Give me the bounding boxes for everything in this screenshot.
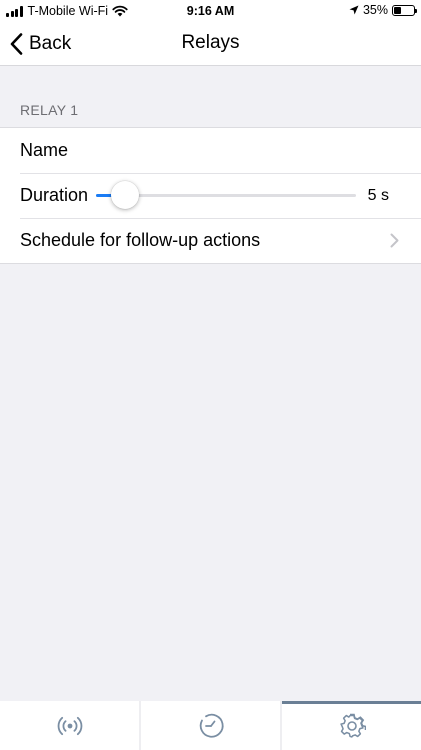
schedule-label: Schedule for follow-up actions — [20, 230, 261, 250]
tab-bar — [0, 701, 421, 750]
battery-icon — [392, 4, 417, 16]
schedule-row[interactable]: Schedule for follow-up actions — [0, 218, 421, 263]
tab-history[interactable] — [139, 701, 280, 750]
gear-icon — [339, 713, 366, 738]
battery-percent: 35% — [362, 3, 388, 17]
duration-row: Duration 5 s — [0, 173, 421, 218]
duration-value: 5 s — [367, 186, 389, 204]
status-bar: T-Mobile Wi-Fi 9:16 AM 35% — [0, 0, 421, 22]
duration-slider[interactable] — [96, 181, 356, 209]
chevron-right-icon — [390, 233, 399, 248]
duration-slider-thumb[interactable] — [110, 181, 139, 209]
name-label: Name — [20, 140, 69, 160]
navigation-bar: Back Relays — [0, 22, 421, 66]
battery-level — [394, 6, 401, 14]
tab-relays[interactable] — [0, 701, 139, 750]
name-row[interactable]: Name — [0, 128, 421, 173]
tab-settings[interactable] — [280, 701, 421, 750]
page-title: Relays — [181, 32, 240, 53]
broadcast-icon — [57, 716, 82, 735]
status-right: 35% — [349, 3, 417, 17]
clock-icon — [199, 713, 224, 738]
location-arrow-icon — [349, 5, 359, 15]
section-header: RELAY 1 — [20, 102, 79, 118]
relay-settings-table: Name Duration 5 s Schedule for follow-up… — [0, 127, 421, 264]
duration-label: Duration — [20, 185, 89, 205]
